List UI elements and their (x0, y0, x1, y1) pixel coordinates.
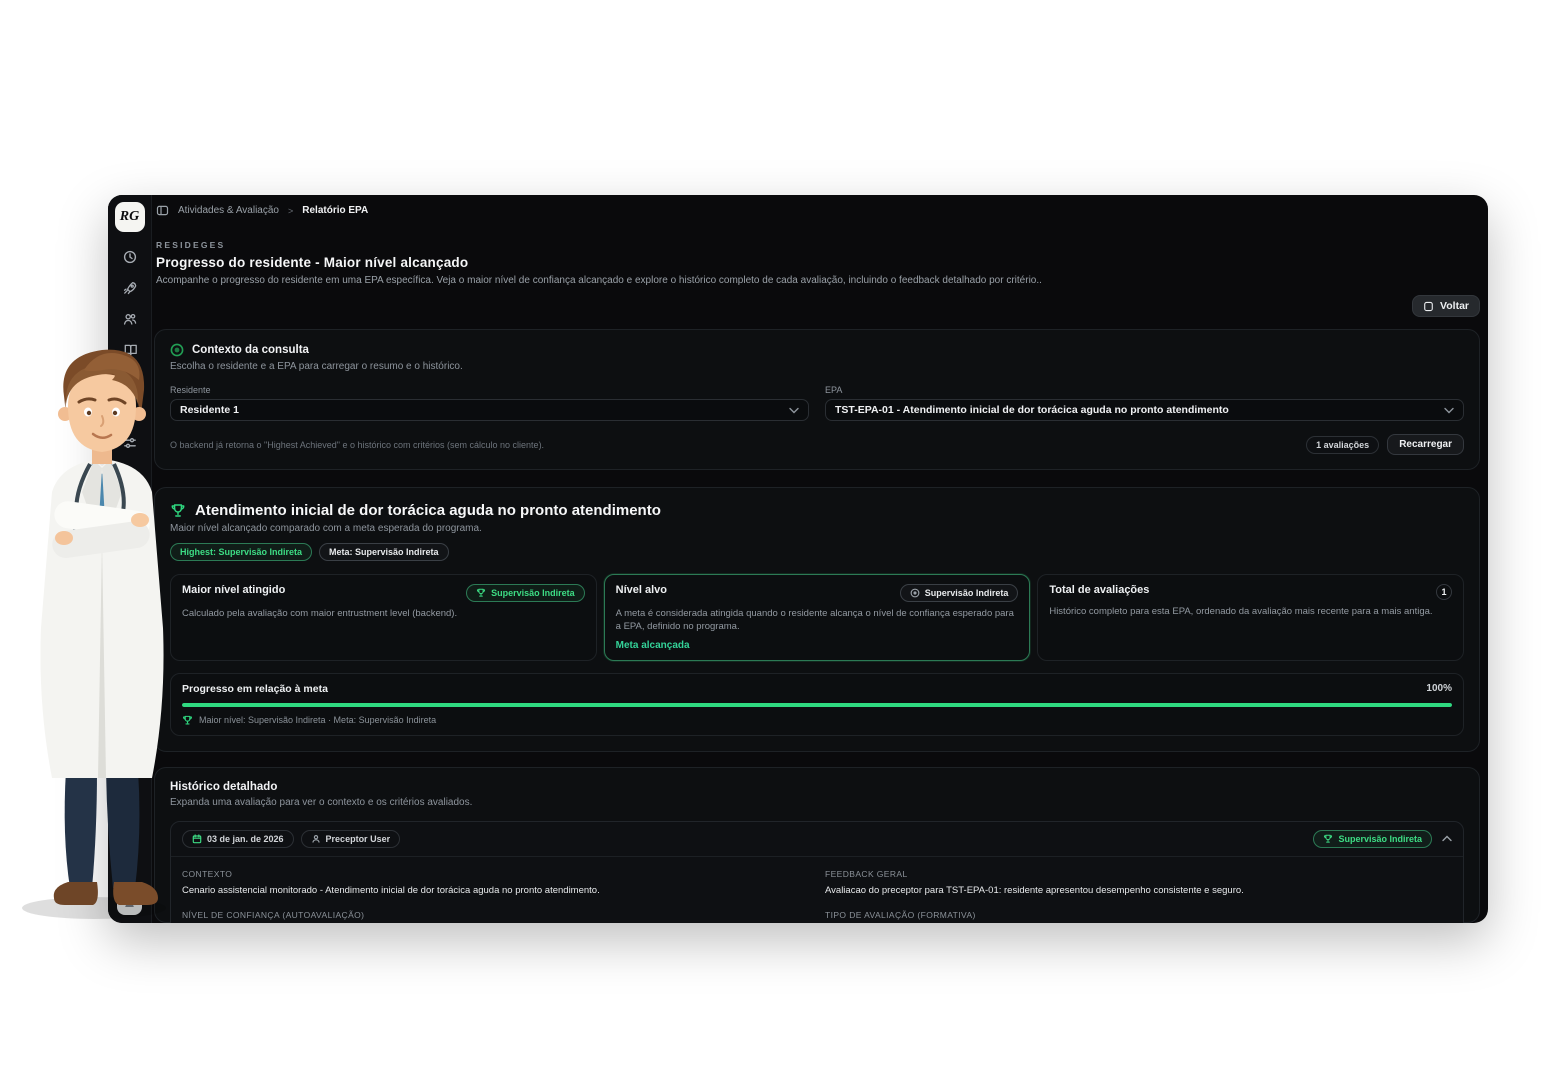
clock-icon[interactable] (118, 246, 142, 268)
chevron-up-icon[interactable] (1442, 835, 1452, 842)
back-button[interactable]: Voltar (1412, 295, 1480, 317)
progress-bar (182, 703, 1452, 707)
rocket-icon[interactable] (118, 277, 142, 299)
context-card: Contexto da consulta Escolha o residente… (154, 329, 1480, 470)
sliders-icon[interactable] (118, 432, 142, 454)
total-count-badge: 1 (1436, 584, 1452, 600)
entry-right-column: FEEDBACK GERAL Avaliacao do preceptor pa… (825, 869, 1452, 923)
breadcrumb-separator: > (288, 206, 293, 216)
chevron-down-icon (1444, 407, 1454, 414)
context-card-title: Contexto da consulta (192, 344, 309, 356)
page: RG (0, 0, 1552, 1080)
main-content: Atividades & Avaliação > Relatório EPA R… (152, 195, 1488, 923)
sidebar-nav (118, 246, 142, 454)
app-logo[interactable]: RG (115, 202, 145, 232)
epa-label: EPA (825, 385, 1464, 395)
context-card-subtitle: Escolha o residente e a EPA para carrega… (170, 361, 1464, 372)
app-eyebrow: RESIDEGES (156, 240, 1480, 250)
panel-icon (1423, 301, 1434, 312)
resident-field: Residente Residente 1 (170, 385, 809, 421)
progress-title: Progresso em relação à meta (182, 683, 328, 695)
resident-label: Residente (170, 385, 809, 395)
target-icon (170, 343, 184, 357)
stat-total-evaluations: Total de avaliações 1 Histórico completo… (1037, 574, 1464, 661)
breadcrumb: Atividades & Avaliação > Relatório EPA (154, 195, 1480, 217)
progress-footer: Maior nível: Supervisão Indireta · Meta:… (199, 715, 436, 725)
entry-evaluator-pill: Preceptor User (301, 830, 401, 848)
app-window: RG (108, 195, 1488, 923)
entry-left-column: CONTEXTO Cenario assistencial monitorado… (182, 869, 809, 923)
panel-toggle-icon[interactable] (156, 204, 169, 217)
field-feedback-geral: FEEDBACK GERAL Avaliacao do preceptor pa… (825, 869, 1452, 897)
stat-highest-level: Maior nível atingido Supervisão Indireta… (170, 574, 597, 661)
epa-select[interactable]: TST-EPA-01 - Atendimento inicial de dor … (825, 399, 1464, 421)
book-icon[interactable] (118, 339, 142, 361)
history-card: Histórico detalhado Expanda uma avaliaçã… (154, 767, 1480, 923)
epa-title: Atendimento inicial de dor torácica agud… (195, 502, 661, 519)
field-tipo-avaliacao: TIPO DE AVALIAÇÃO (FORMATIVA) Não (825, 910, 1452, 923)
entry-date-pill: 03 de jan. de 2026 (182, 830, 294, 848)
trophy-icon (182, 715, 193, 726)
meta-pill: Meta: Supervisão Indireta (319, 543, 449, 561)
epa-summary-card: Atendimento inicial de dor torácica agud… (154, 487, 1480, 752)
progress-card: Progresso em relação à meta 100% Maior n… (170, 673, 1464, 736)
evaluation-count-badge: 1 avaliações (1306, 436, 1379, 454)
user-icon (311, 834, 321, 844)
user-avatar[interactable] (117, 890, 142, 915)
trophy-icon (170, 503, 186, 519)
field-contexto: CONTEXTO Cenario assistencial monitorado… (182, 869, 809, 897)
calendar-icon (192, 834, 202, 844)
evaluation-entry-header[interactable]: 03 de jan. de 2026 Preceptor User Superv… (171, 822, 1463, 857)
users-icon[interactable] (118, 308, 142, 330)
resident-select[interactable]: Residente 1 (170, 399, 809, 421)
reload-button[interactable]: Recarregar (1387, 434, 1464, 455)
highest-level-badge: Supervisão Indireta (466, 584, 585, 602)
epa-subtitle: Maior nível alcançado comparado com a me… (170, 523, 1464, 534)
back-row: Voltar (154, 295, 1480, 317)
history-title: Histórico detalhado (170, 781, 1464, 793)
progress-bar-fill (182, 703, 1452, 707)
sidebar: RG (108, 195, 152, 923)
trophy-icon (1323, 834, 1333, 844)
calendar-icon[interactable] (118, 401, 142, 423)
evaluation-entry: 03 de jan. de 2026 Preceptor User Superv… (170, 821, 1464, 923)
history-subtitle: Expanda uma avaliação para ver o context… (170, 797, 1464, 808)
highest-pill: Highest: Supervisão Indireta (170, 543, 312, 561)
progress-percent: 100% (1426, 683, 1452, 694)
page-subtitle: Acompanhe o progresso do residente em um… (156, 275, 1480, 286)
epa-field: EPA TST-EPA-01 - Atendimento inicial de … (825, 385, 1464, 421)
entry-level-pill: Supervisão Indireta (1313, 830, 1432, 848)
field-nivel-confianca: NÍVEL DE CONFIANÇA (AUTOAVALIAÇÃO) Super… (182, 910, 809, 923)
breadcrumb-current[interactable]: Relatório EPA (302, 205, 368, 216)
evaluation-entry-body: CONTEXTO Cenario assistencial monitorado… (171, 857, 1463, 923)
target-level-badge: Supervisão Indireta (900, 584, 1019, 602)
breadcrumb-section[interactable]: Atividades & Avaliação (178, 205, 279, 216)
page-header: RESIDEGES Progresso do residente - Maior… (154, 240, 1480, 286)
page-title: Progresso do residente - Maior nível alc… (156, 255, 1480, 270)
stat-target-level: Nível alvo Supervisão Indireta A meta é … (604, 574, 1031, 661)
trophy-icon (476, 588, 486, 598)
chevron-down-icon (789, 407, 799, 414)
meta-achieved-status: Meta alcançada (616, 640, 1019, 651)
target-icon (910, 588, 920, 598)
backend-helper-text: O backend já retorna o "Highest Achieved… (170, 440, 544, 450)
eye-icon[interactable] (118, 370, 142, 392)
